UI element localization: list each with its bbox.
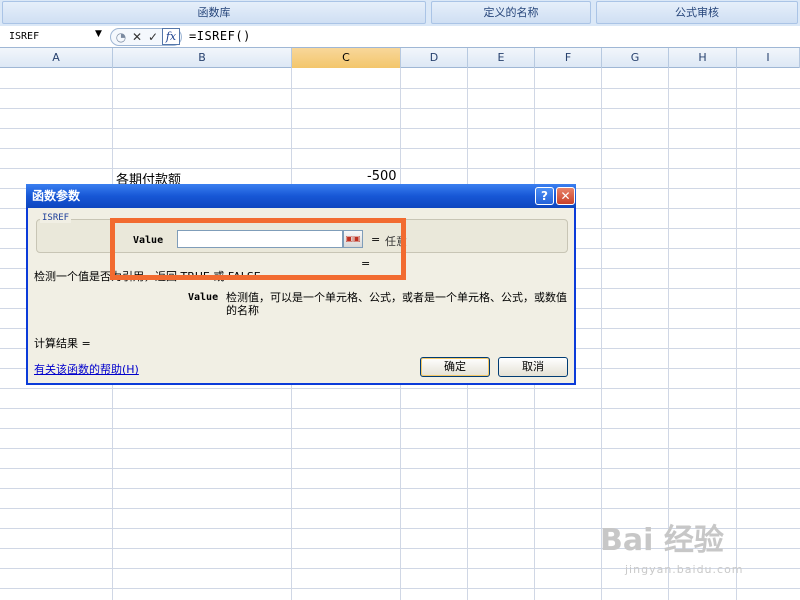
- grid-row-line: [0, 448, 800, 449]
- column-header-a[interactable]: A: [0, 48, 113, 68]
- name-box-dropdown-icon[interactable]: ▼: [95, 29, 102, 39]
- column-header-b[interactable]: B: [113, 48, 292, 68]
- column-header-f[interactable]: F: [535, 48, 602, 68]
- ribbon-group-function-library[interactable]: 函数库: [2, 1, 426, 24]
- column-headers: A B C D E F G H I: [0, 48, 800, 68]
- param-name-label: Value: [188, 292, 219, 303]
- column-header-i[interactable]: I: [737, 48, 800, 68]
- ribbon-group-bar: 函数库 定义的名称 公式审核: [0, 0, 800, 26]
- column-header-g[interactable]: G: [602, 48, 669, 68]
- cancel-formula-icon[interactable]: ✕: [129, 29, 145, 45]
- cancel-button[interactable]: 取消: [498, 357, 568, 377]
- name-box[interactable]: ISREF: [2, 29, 106, 45]
- enter-formula-icon[interactable]: ✓: [145, 29, 161, 45]
- function-name-label: ISREF: [40, 213, 72, 223]
- highlight-box: [110, 218, 406, 280]
- column-header-e[interactable]: E: [468, 48, 535, 68]
- param-description: 检测值，可以是一个单元格、公式，或者是一个单元格、公式，或数值的名称: [226, 291, 567, 317]
- baidu-watermark: Bai 经验: [600, 523, 724, 558]
- ribbon-group-defined-names[interactable]: 定义的名称: [431, 1, 591, 24]
- ribbon-group-formula-auditing[interactable]: 公式审核: [596, 1, 798, 24]
- grid-row-line: [0, 468, 800, 469]
- column-header-d[interactable]: D: [401, 48, 468, 68]
- cell-c-payment-value[interactable]: -500: [367, 169, 397, 184]
- grid-row-line: [0, 148, 800, 149]
- baidu-watermark-url: jingyan.baidu.com: [625, 563, 744, 576]
- grid-row-line: [0, 108, 800, 109]
- dialog-title[interactable]: 函数参数: [26, 184, 576, 208]
- grid-row-line: [0, 128, 800, 129]
- help-icon[interactable]: ?: [535, 187, 554, 205]
- ok-button[interactable]: 确定: [420, 357, 490, 377]
- grid-row-line: [0, 508, 800, 509]
- grid-row-line: [0, 408, 800, 409]
- column-header-c[interactable]: C: [292, 48, 401, 68]
- grid-row-line: [0, 428, 800, 429]
- insert-function-button[interactable]: fx: [162, 28, 180, 45]
- formula-input[interactable]: =ISREF(): [189, 29, 251, 43]
- grip-icon: ◔: [115, 30, 127, 44]
- grid-row-line: [0, 588, 800, 589]
- grid-row-line: [0, 88, 800, 89]
- calc-result-label: 计算结果 =: [34, 337, 91, 350]
- close-icon[interactable]: ✕: [556, 187, 575, 205]
- grid-row-line: [0, 388, 800, 389]
- function-arguments-dialog: 函数参数 ? ✕ ISREF Value ▣▣ = 任意 = 检测一个值是否为引…: [26, 184, 576, 385]
- formula-bar: ISREF ▼ ◔ ✕ ✓ fx =ISREF(): [0, 26, 800, 48]
- column-header-h[interactable]: H: [669, 48, 737, 68]
- function-help-link[interactable]: 有关该函数的帮助(H): [34, 361, 139, 377]
- grid-row-line: [0, 488, 800, 489]
